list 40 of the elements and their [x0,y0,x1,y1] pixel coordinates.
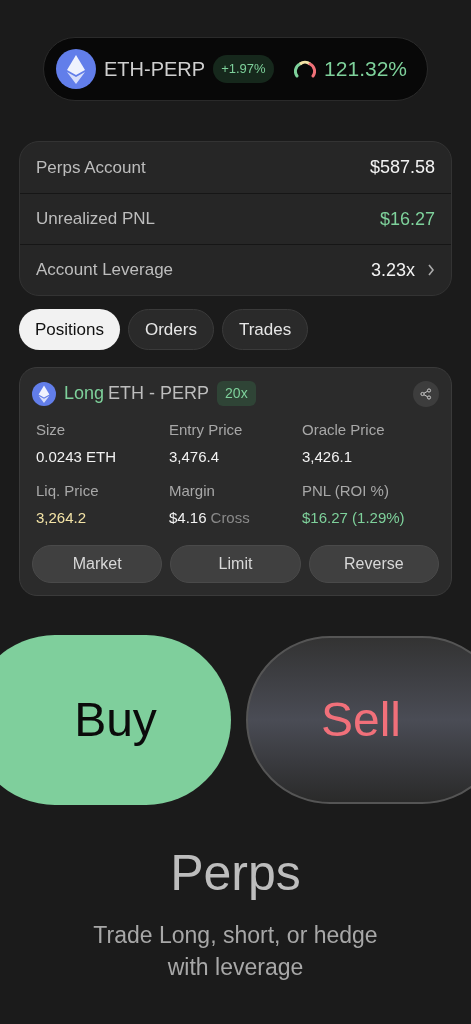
field-label: PNL (ROI %) [302,481,390,501]
action-button[interactable]: Market [32,545,163,583]
leverage-badge: 20x [217,381,256,406]
ethereum-icon [32,381,56,406]
action-button[interactable]: Limit [170,545,301,583]
margin-mode: Cross [210,507,250,528]
ethereum-icon [56,49,96,89]
side-label: Long [64,382,105,405]
field-value: 3,264.2 [36,507,87,528]
field-value: $16.27 (1.29%) [302,507,405,528]
field-value: 0.0243 ETH [36,446,117,467]
page-title: Perps [170,844,301,903]
row-value: 3.23x [370,258,415,282]
field-label: Entry Price [169,420,244,440]
action-button[interactable]: Reverse [308,545,439,583]
row-value: $587.58 [369,156,435,179]
tab[interactable]: Trades [221,309,309,350]
field-label: Liq. Price [36,481,100,501]
field-value: 3,426.1 [302,446,353,467]
buy-button[interactable]: Buy [0,635,231,805]
share-button[interactable] [413,380,439,407]
page-subtitle: Trade Long, short, or hedge with leverage [92,921,379,982]
gauge-icon [294,59,317,79]
ratio-value: 121.32% [324,56,407,83]
field-label: Margin [169,481,216,501]
field-value: 3,476.4 [169,446,220,467]
share-icon [420,387,432,400]
position-market: ETH - PERP [108,382,210,405]
change-badge: +1.97% [213,55,274,83]
row-label: Account Leverage [36,259,174,282]
field-label: Oracle Price [302,420,386,440]
field-label: Size [36,420,67,440]
row-value: $16.27 [379,207,435,231]
field-value: $4.16 [169,507,207,528]
tab[interactable]: Positions [19,309,120,350]
market-symbol: ETH-PERP [104,57,206,82]
row-label: Unrealized PNL [36,208,156,231]
tab[interactable]: Orders [128,309,214,350]
row-label: Perps Account [36,156,146,179]
chevron-right-icon[interactable] [427,264,435,276]
